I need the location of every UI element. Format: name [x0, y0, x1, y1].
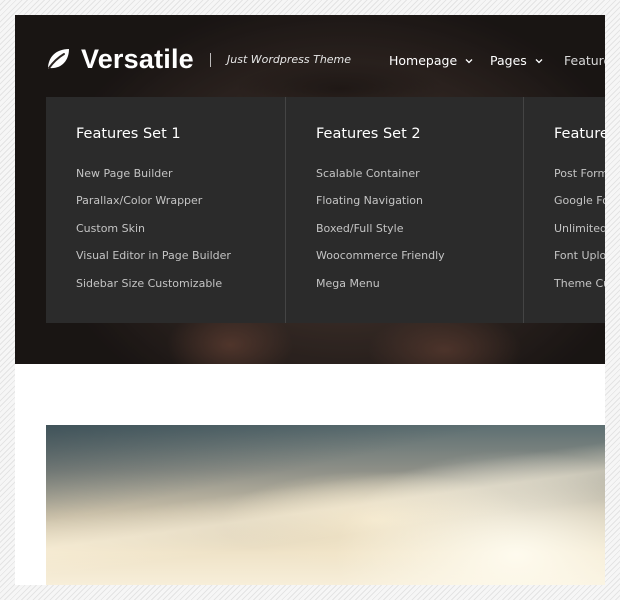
mega-menu-link[interactable]: Post Forma	[554, 167, 605, 180]
mega-menu-link[interactable]: Theme Cus	[554, 277, 605, 290]
mega-menu-link[interactable]: New Page Builder	[76, 167, 173, 180]
mega-menu-link[interactable]: Boxed/Full Style	[316, 222, 404, 235]
mega-menu-link[interactable]: Custom Skin	[76, 222, 145, 235]
nav-item-label: Pages	[490, 53, 527, 68]
nav-item-pages[interactable]: Pages	[490, 53, 543, 68]
mega-menu-column: Feature Post Forma Google Fo Unlimited F…	[524, 97, 605, 323]
mega-menu-link[interactable]: Mega Menu	[316, 277, 380, 290]
mega-menu-link[interactable]: Font Uploa	[554, 249, 605, 262]
mega-menu-column-title: Feature	[554, 126, 605, 142]
cloud-streaks	[46, 425, 605, 585]
mega-menu-link[interactable]: Floating Navigation	[316, 194, 423, 207]
mega-menu-column-title: Features Set 1	[76, 126, 181, 142]
brand-tagline: Just Wordpress Theme	[227, 53, 352, 66]
mega-menu-column-title: Features Set 2	[316, 126, 421, 142]
mega-menu-link[interactable]: Unlimited	[554, 222, 605, 235]
mega-menu-link[interactable]: Parallax/Color Wrapper	[76, 194, 202, 207]
site-logo[interactable]: Versatile	[45, 43, 194, 75]
mega-menu-link[interactable]: Woocommerce Friendly	[316, 249, 445, 262]
nav-item-label: Homepage	[389, 53, 458, 68]
featured-sky-image	[46, 425, 605, 585]
mega-menu-link[interactable]: Scalable Container	[316, 167, 420, 180]
tagline-divider	[210, 53, 211, 67]
leaf-icon	[48, 49, 69, 69]
mega-menu-link[interactable]: Google Fo	[554, 194, 605, 207]
mega-menu-link[interactable]: Sidebar Size Customizable	[76, 277, 222, 290]
nav-item-label: Feature	[564, 53, 605, 68]
mega-menu-column: Features Set 2 Scalable Container Floati…	[286, 97, 524, 323]
nav-item-homepage[interactable]: Homepage	[389, 53, 473, 68]
chevron-down-icon	[465, 58, 473, 63]
mega-menu-link[interactable]: Visual Editor in Page Builder	[76, 249, 231, 262]
mega-menu-column: Features Set 1 New Page Builder Parallax…	[46, 97, 285, 323]
brand-name: Versatile	[81, 43, 194, 74]
hero-header: Versatile Just Wordpress Theme Homepage …	[15, 15, 605, 364]
mega-menu-dropdown: Features Set 1 New Page Builder Parallax…	[46, 97, 605, 323]
nav-item-features[interactable]: Feature	[564, 53, 605, 68]
page-frame: Versatile Just Wordpress Theme Homepage …	[15, 15, 605, 585]
chevron-down-icon	[535, 58, 543, 63]
